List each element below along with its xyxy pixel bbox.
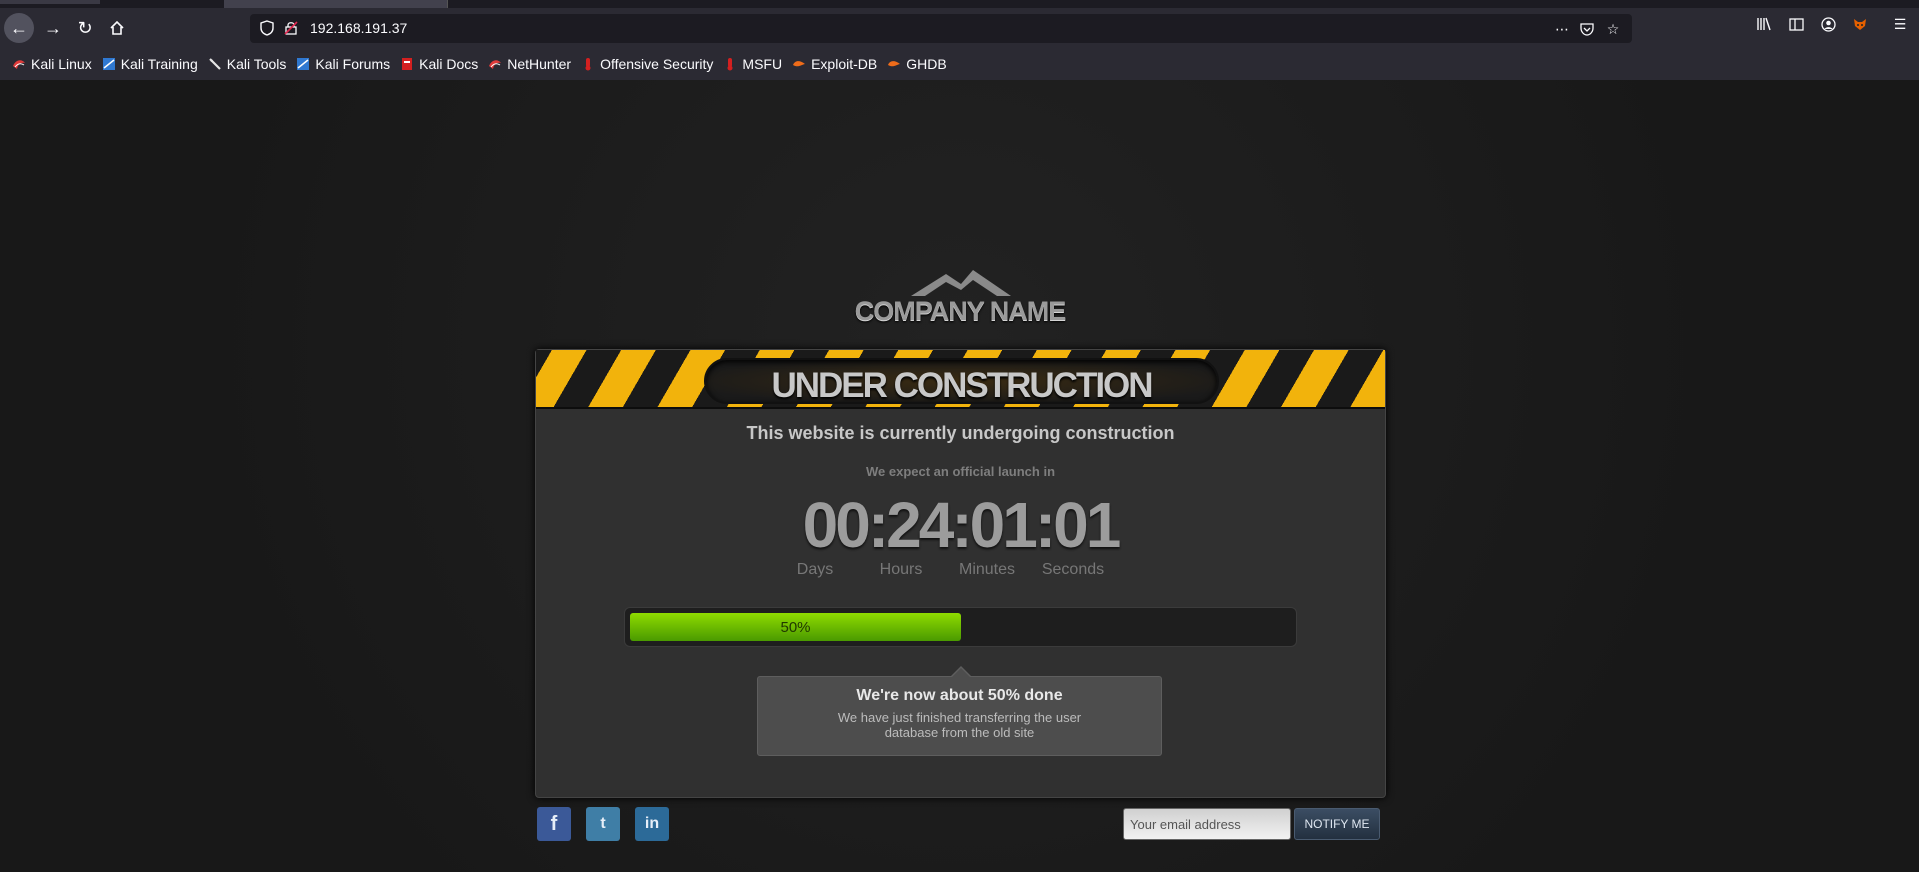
tab-inactive[interactable]	[0, 0, 100, 4]
fox-extension-icon	[1854, 19, 1866, 30]
twitter-link[interactable]: t	[586, 807, 620, 841]
construction-panel: UNDER CONSTRUCTION This website is curre…	[535, 349, 1386, 798]
email-input[interactable]	[1123, 808, 1291, 840]
bookmark-kali-training[interactable]: Kali Training	[102, 56, 198, 72]
bookmark-kali-docs[interactable]: Kali Docs	[400, 56, 478, 72]
kali-tools-icon	[208, 58, 221, 70]
nethunter-icon	[489, 60, 502, 69]
bookmark-kali-tools[interactable]: Kali Tools	[208, 56, 287, 72]
kali-dragon-icon	[13, 60, 25, 69]
exploit-db-icon	[793, 61, 806, 67]
back-button[interactable]: ←	[4, 13, 34, 43]
progress-bar: 50%	[624, 607, 1297, 647]
page-headline: This website is currently undergoing con…	[746, 423, 1175, 443]
banner-title: UNDER CONSTRUCTION	[771, 366, 1153, 405]
bookmark-label: Kali Training	[120, 56, 198, 72]
bookmark-label: GHDB	[906, 56, 947, 72]
page-actions-button[interactable]: ⋯	[1551, 18, 1573, 40]
status-tooltip: We're now about 50% done We have just fi…	[757, 666, 1162, 756]
bookmark-label: MSFU	[742, 56, 783, 72]
facebook-link[interactable]: f	[537, 807, 571, 841]
linkedin-link[interactable]: in	[635, 807, 669, 841]
kali-training-icon	[102, 58, 115, 70]
pocket-icon	[1580, 23, 1594, 36]
reload-button[interactable]: ↻	[70, 13, 100, 43]
tooltip-body: We have just finished transferring the u…	[837, 710, 1082, 740]
insecure-lock-icon[interactable]	[284, 21, 298, 35]
home-icon	[110, 20, 124, 35]
arrow-left-icon: ←	[10, 17, 28, 38]
bookmark-label: Exploit-DB	[811, 56, 878, 72]
url-bar[interactable]: 192.168.191.37 ⋯ ☆	[250, 14, 1632, 43]
banner-plate: UNDER CONSTRUCTION	[704, 358, 1219, 405]
tab-active[interactable]	[224, 0, 448, 8]
bookmark-label: Kali Linux	[31, 56, 92, 72]
bookmark-nethunter[interactable]: NetHunter	[488, 56, 571, 72]
company-name: COMPANY NAME	[854, 296, 1067, 326]
bookmark-label: NetHunter	[507, 56, 572, 72]
countdown-labels: Days Hours Minutes Seconds	[793, 561, 1133, 581]
bookmark-label: Kali Forums	[315, 56, 391, 72]
hamburger-menu-icon: ☰	[1893, 15, 1907, 32]
extension-button[interactable]	[1850, 14, 1870, 34]
bookmark-msfu[interactable]: MSFU	[723, 56, 782, 72]
tracking-shield-icon[interactable]	[260, 20, 274, 36]
account-icon	[1820, 16, 1836, 32]
kali-forums-icon	[297, 58, 310, 70]
nav-toolbar: ← → ↻ 192.168.191.37 ⋯ ☆ ☰	[0, 8, 1919, 48]
offsec-icon	[585, 58, 591, 71]
kali-docs-icon	[402, 58, 413, 70]
company-logo: COMPANY NAME	[845, 268, 1075, 330]
countdown-timer: 00:24:01:01 Days Hours Minutes Seconds	[536, 489, 1385, 578]
browser-chrome: ← → ↻ 192.168.191.37 ⋯ ☆ ☰ Kali Linux Ka…	[0, 0, 1919, 80]
tab-strip	[0, 0, 1919, 8]
url-text[interactable]: 192.168.191.37	[310, 20, 407, 36]
bookmark-label: Kali Tools	[226, 56, 287, 72]
countdown-digits: 00:24:01:01	[802, 489, 1122, 561]
library-button[interactable]	[1754, 14, 1774, 34]
ghdb-icon	[888, 61, 901, 67]
bookmarks-toolbar: Kali Linux Kali Training Kali Tools Kali…	[0, 52, 1919, 76]
launch-subline: We expect an official launch in	[865, 464, 1056, 479]
msfu-icon	[727, 58, 733, 71]
forward-button[interactable]: →	[38, 13, 68, 43]
progress-fill: 50%	[630, 613, 961, 641]
bookmark-label: Offensive Security	[600, 56, 714, 72]
reload-icon: ↻	[77, 17, 93, 38]
menu-button[interactable]: ☰	[1890, 14, 1910, 34]
mountain-logo-icon	[911, 270, 1011, 296]
notify-me-button[interactable]: NOTIFY ME	[1294, 808, 1380, 840]
library-icon	[1757, 17, 1771, 31]
countdown-label-minutes: Minutes	[958, 561, 1016, 578]
bookmark-star-button[interactable]: ☆	[1602, 18, 1624, 40]
arrow-right-icon: →	[44, 17, 62, 38]
bookmark-offensive-security[interactable]: Offensive Security	[581, 56, 713, 72]
account-button[interactable]	[1818, 14, 1838, 34]
countdown-label-hours: Hours	[879, 561, 923, 578]
countdown-label-days: Days	[796, 561, 834, 578]
star-icon: ☆	[1606, 20, 1620, 37]
progress-label: 50%	[780, 619, 811, 636]
more-horizontal-icon: ⋯	[1555, 20, 1569, 37]
bookmark-kali-linux[interactable]: Kali Linux	[12, 56, 92, 72]
bookmark-ghdb[interactable]: GHDB	[887, 56, 947, 72]
bookmark-label: Kali Docs	[419, 56, 479, 72]
countdown-label-seconds: Seconds	[1041, 561, 1105, 578]
linkedin-icon: in	[644, 815, 660, 832]
tooltip-title: We're now about 50% done	[856, 687, 1063, 704]
facebook-icon: f	[550, 812, 558, 835]
sidebar-button[interactable]	[1786, 14, 1806, 34]
sidebar-icon	[1788, 17, 1804, 31]
home-button[interactable]	[102, 13, 132, 43]
hazard-stripes: UNDER CONSTRUCTION	[536, 350, 1385, 409]
twitter-icon: t	[600, 815, 606, 832]
bookmark-exploit-db[interactable]: Exploit-DB	[792, 56, 877, 72]
pocket-button[interactable]	[1576, 18, 1598, 40]
bookmark-kali-forums[interactable]: Kali Forums	[296, 56, 390, 72]
